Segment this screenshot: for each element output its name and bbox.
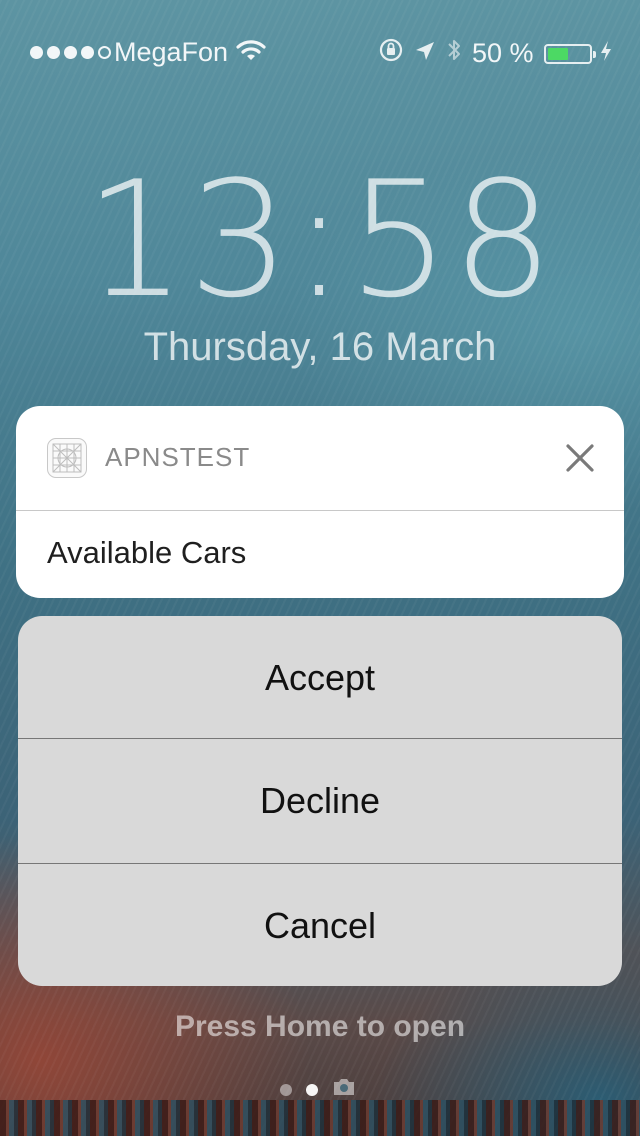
app-placeholder-icon [47,438,87,478]
battery-percentage: 50 % [472,38,534,68]
signal-dot-empty [98,46,111,59]
lock-screen-time: 13:58 [84,146,556,333]
status-bar: MegaFon 50 % [0,28,640,76]
location-arrow-icon [414,38,436,69]
notification-actions: Accept Decline Cancel [18,616,622,986]
signal-dot [47,46,60,59]
status-right-group: 50 % [378,37,612,70]
notification-app-name: APNSTEST [105,442,251,472]
orientation-lock-icon [378,37,404,70]
notification-header: APNSTEST [16,406,624,510]
carrier-name: MegaFon [114,37,229,67]
bluetooth-icon [446,37,462,70]
page-dot-active [306,1083,318,1096]
battery-cap [592,50,596,58]
signal-dot [64,46,77,59]
lock-screen-date: Thursday, 16 March [143,325,497,369]
notification-message: Available Cars [47,535,247,570]
notification-divider [16,510,624,511]
unlock-hint: Press Home to open [174,1010,466,1043]
notification-card[interactable]: APNSTEST Available Cars [16,406,624,598]
page-dot [280,1083,292,1096]
wallpaper-bottom-edge [0,1100,640,1136]
battery-icon [543,43,596,64]
signal-dot [30,46,43,59]
signal-dot [81,46,94,59]
accept-button[interactable]: Accept [18,616,622,739]
close-icon[interactable] [562,440,598,476]
camera-icon[interactable] [332,1078,356,1101]
signal-strength-icon [30,46,111,59]
cancel-button[interactable]: Cancel [18,864,622,986]
charging-bolt-icon [600,38,612,69]
wifi-icon [236,38,266,69]
page-indicator [280,1078,356,1101]
decline-button[interactable]: Decline [18,739,622,862]
battery-level-fill [547,47,568,60]
